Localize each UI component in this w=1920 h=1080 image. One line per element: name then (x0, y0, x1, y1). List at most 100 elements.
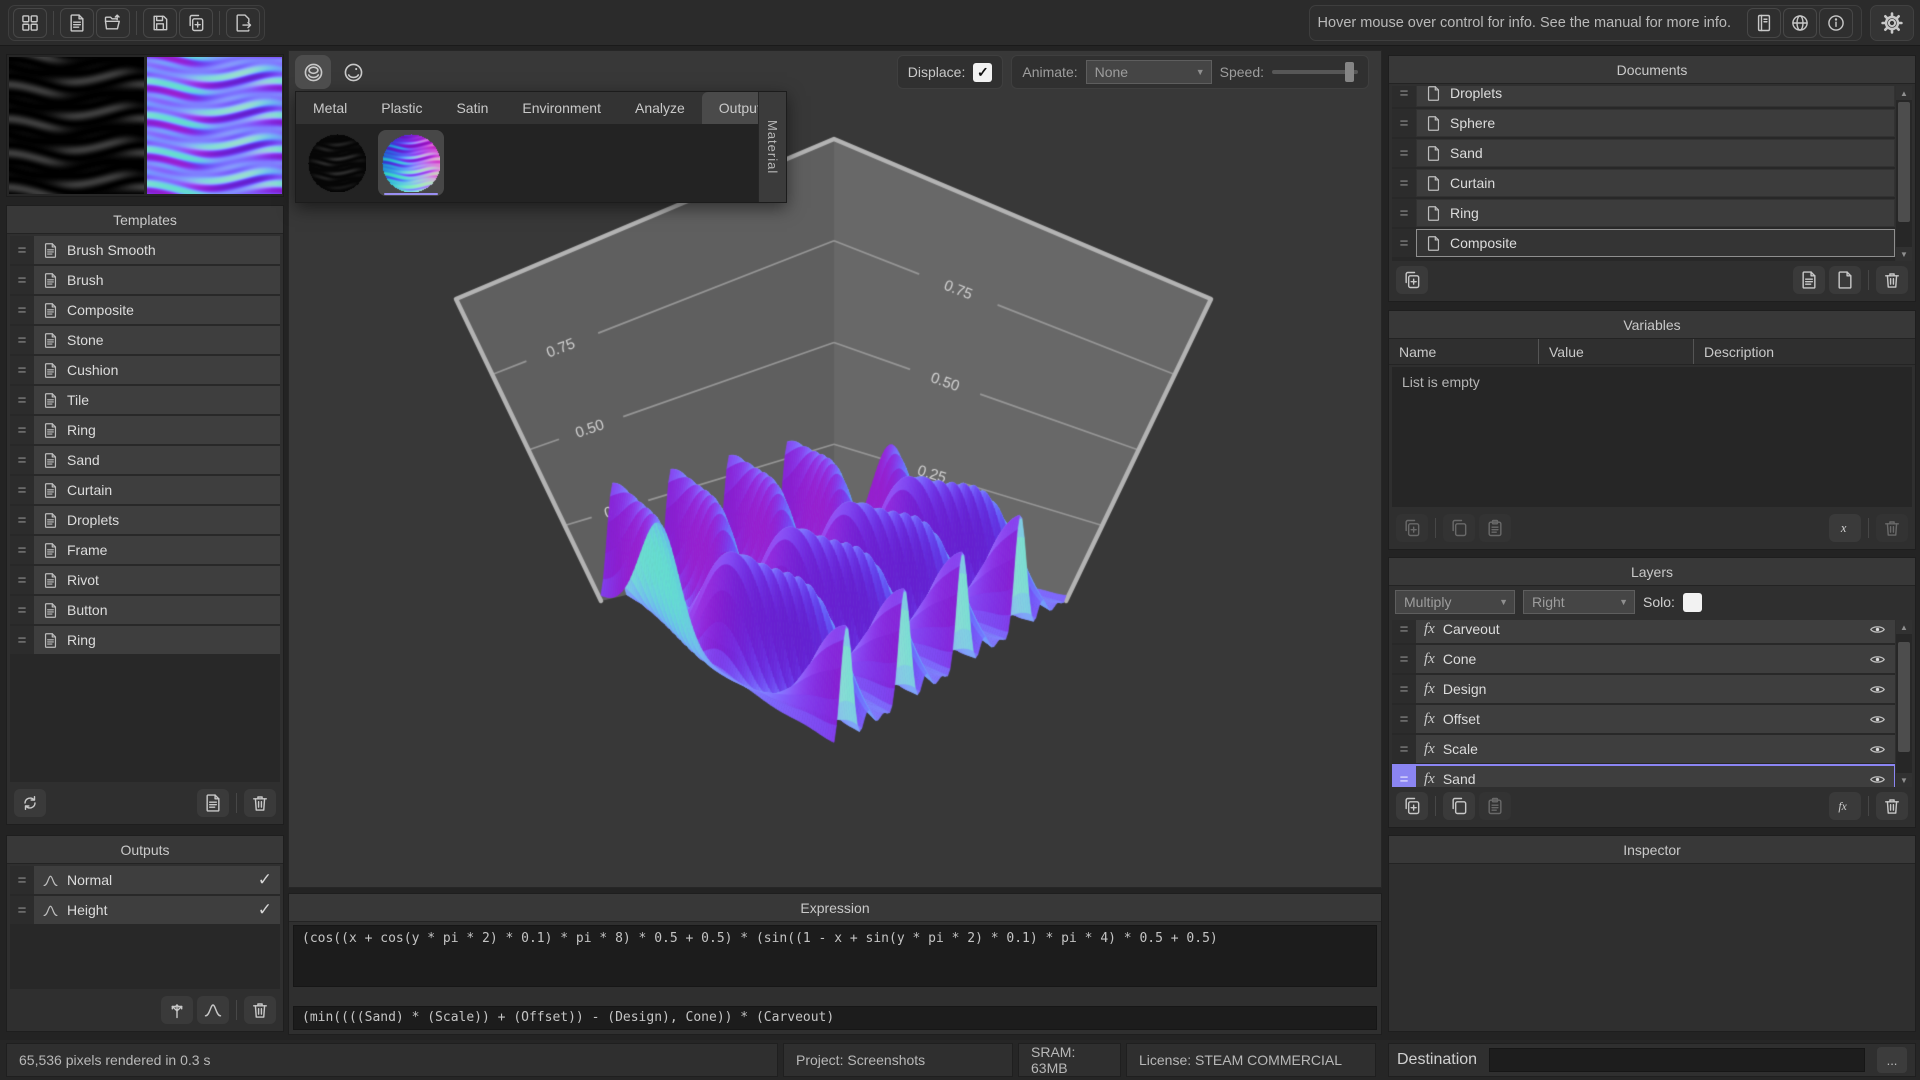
export-button[interactable] (226, 8, 260, 38)
layer-row-selected[interactable]: =fxSand (1392, 765, 1895, 787)
drag-handle[interactable]: = (1392, 229, 1416, 257)
height-sphere-tile[interactable] (304, 130, 370, 196)
drag-handle[interactable]: = (1392, 109, 1416, 137)
template-row[interactable]: =Rivot (10, 566, 280, 594)
tab-metal[interactable]: Metal (296, 92, 364, 124)
template-row[interactable]: =Ring (10, 416, 280, 444)
drag-handle[interactable]: = (10, 416, 34, 444)
template-row[interactable]: =Composite (10, 296, 280, 324)
normal-sphere-tile[interactable] (378, 130, 444, 196)
delete-output-button[interactable] (244, 996, 276, 1024)
settings-button[interactable] (1870, 5, 1914, 41)
duplicate-button[interactable] (179, 8, 213, 38)
browse-destination-button[interactable]: ... (1877, 1047, 1907, 1073)
drag-handle[interactable]: = (10, 386, 34, 414)
material-side-tab[interactable]: Material (758, 92, 786, 202)
drag-handle[interactable]: = (10, 896, 34, 924)
template-row[interactable]: =Button (10, 596, 280, 624)
solo-checkbox[interactable]: ✓ (1683, 593, 1702, 612)
drag-handle[interactable]: = (10, 626, 34, 654)
drag-handle[interactable]: = (10, 566, 34, 594)
displace-checkbox[interactable]: ✓ (973, 63, 992, 82)
website-button[interactable] (1783, 8, 1817, 38)
drag-handle[interactable]: = (10, 506, 34, 534)
column-value[interactable]: Value (1539, 339, 1694, 364)
drag-handle[interactable]: = (10, 866, 34, 894)
layer-row[interactable]: =fxCone (1392, 645, 1895, 673)
edit-layer-expression-button[interactable] (1829, 792, 1861, 820)
layer-visibility-toggle[interactable] (1868, 710, 1887, 729)
layer-row[interactable]: =fxOffset (1392, 705, 1895, 733)
height-map-thumbnail[interactable] (9, 57, 144, 194)
paste-variable-button[interactable] (1479, 514, 1511, 542)
drag-handle[interactable]: = (10, 266, 34, 294)
output-enabled-check[interactable]: ✓ (258, 870, 272, 890)
template-row[interactable]: =Brush (10, 266, 280, 294)
view-sphere-outline-button[interactable] (335, 55, 371, 89)
copy-variable-button[interactable] (1443, 514, 1475, 542)
drag-handle[interactable]: = (10, 326, 34, 354)
template-row[interactable]: =Brush Smooth (10, 236, 280, 264)
drag-handle[interactable]: = (1392, 675, 1416, 703)
documents-scrollbar[interactable]: ▲ ▼ (1896, 86, 1912, 261)
drag-handle[interactable]: = (10, 446, 34, 474)
drag-handle[interactable]: = (10, 296, 34, 324)
document-row[interactable]: =Ring (1392, 199, 1895, 227)
refresh-templates-button[interactable] (14, 789, 46, 817)
drag-handle[interactable]: = (10, 596, 34, 624)
drag-handle[interactable]: = (1392, 199, 1416, 227)
template-row[interactable]: =Stone (10, 326, 280, 354)
template-row[interactable]: =Tile (10, 386, 280, 414)
new-document-button[interactable] (60, 8, 94, 38)
drag-handle[interactable]: = (10, 476, 34, 504)
drag-handle[interactable]: = (10, 236, 34, 264)
delete-variable-button[interactable] (1876, 514, 1908, 542)
scroll-up-arrow[interactable]: ▲ (1896, 86, 1912, 100)
save-button[interactable] (143, 8, 177, 38)
document-row-selected[interactable]: =Composite (1392, 229, 1895, 257)
layer-row[interactable]: =fxDesign (1392, 675, 1895, 703)
layer-visibility-toggle[interactable] (1868, 650, 1887, 669)
speed-slider[interactable] (1272, 62, 1358, 82)
copy-layer-button[interactable] (1443, 792, 1475, 820)
template-row[interactable]: =Sand (10, 446, 280, 474)
drag-handle[interactable]: = (10, 536, 34, 564)
drag-handle[interactable]: = (1392, 169, 1416, 197)
grid-view-button[interactable] (13, 8, 47, 38)
view-sphere-shaded-button[interactable] (295, 55, 331, 89)
tab-environment[interactable]: Environment (505, 92, 618, 124)
add-layer-button[interactable] (1396, 792, 1428, 820)
destination-input[interactable] (1489, 1048, 1865, 1072)
scroll-up-arrow[interactable]: ▲ (1896, 620, 1912, 634)
drag-handle[interactable]: = (10, 356, 34, 384)
add-variable-button[interactable] (1396, 514, 1428, 542)
drag-handle[interactable]: = (1392, 645, 1416, 673)
layers-scrollbar[interactable]: ▲ ▼ (1896, 620, 1912, 787)
drag-handle[interactable]: = (1392, 86, 1416, 107)
column-description[interactable]: Description (1694, 339, 1915, 364)
expression-editor[interactable]: (cos((x + cos(y * pi * 2) * 0.1) * pi * … (293, 925, 1377, 987)
template-row[interactable]: =Cushion (10, 356, 280, 384)
new-document-from-template-button[interactable] (1793, 266, 1825, 294)
new-blank-document-button[interactable] (1829, 266, 1861, 294)
new-output-button[interactable] (197, 996, 229, 1024)
delete-document-button[interactable] (1876, 266, 1908, 294)
tab-satin[interactable]: Satin (439, 92, 505, 124)
scroll-down-arrow[interactable]: ▼ (1896, 247, 1912, 261)
side-select[interactable]: Right▼ (1523, 590, 1635, 614)
fork-output-button[interactable] (161, 996, 193, 1024)
template-row[interactable]: =Ring (10, 626, 280, 654)
output-enabled-check[interactable]: ✓ (258, 900, 272, 920)
template-row[interactable]: =Frame (10, 536, 280, 564)
document-row[interactable]: =Sphere (1392, 109, 1895, 137)
drag-handle[interactable]: = (1392, 705, 1416, 733)
duplicate-document-button[interactable] (1396, 266, 1428, 294)
column-name[interactable]: Name (1389, 339, 1539, 364)
new-template-button[interactable] (197, 789, 229, 817)
normal-map-thumbnail[interactable] (147, 57, 282, 194)
document-row[interactable]: =Curtain (1392, 169, 1895, 197)
scroll-thumb[interactable] (1898, 102, 1910, 222)
layer-visibility-toggle[interactable] (1868, 770, 1887, 788)
layer-row[interactable]: =fxCarveout (1392, 620, 1895, 643)
scroll-down-arrow[interactable]: ▼ (1896, 773, 1912, 787)
